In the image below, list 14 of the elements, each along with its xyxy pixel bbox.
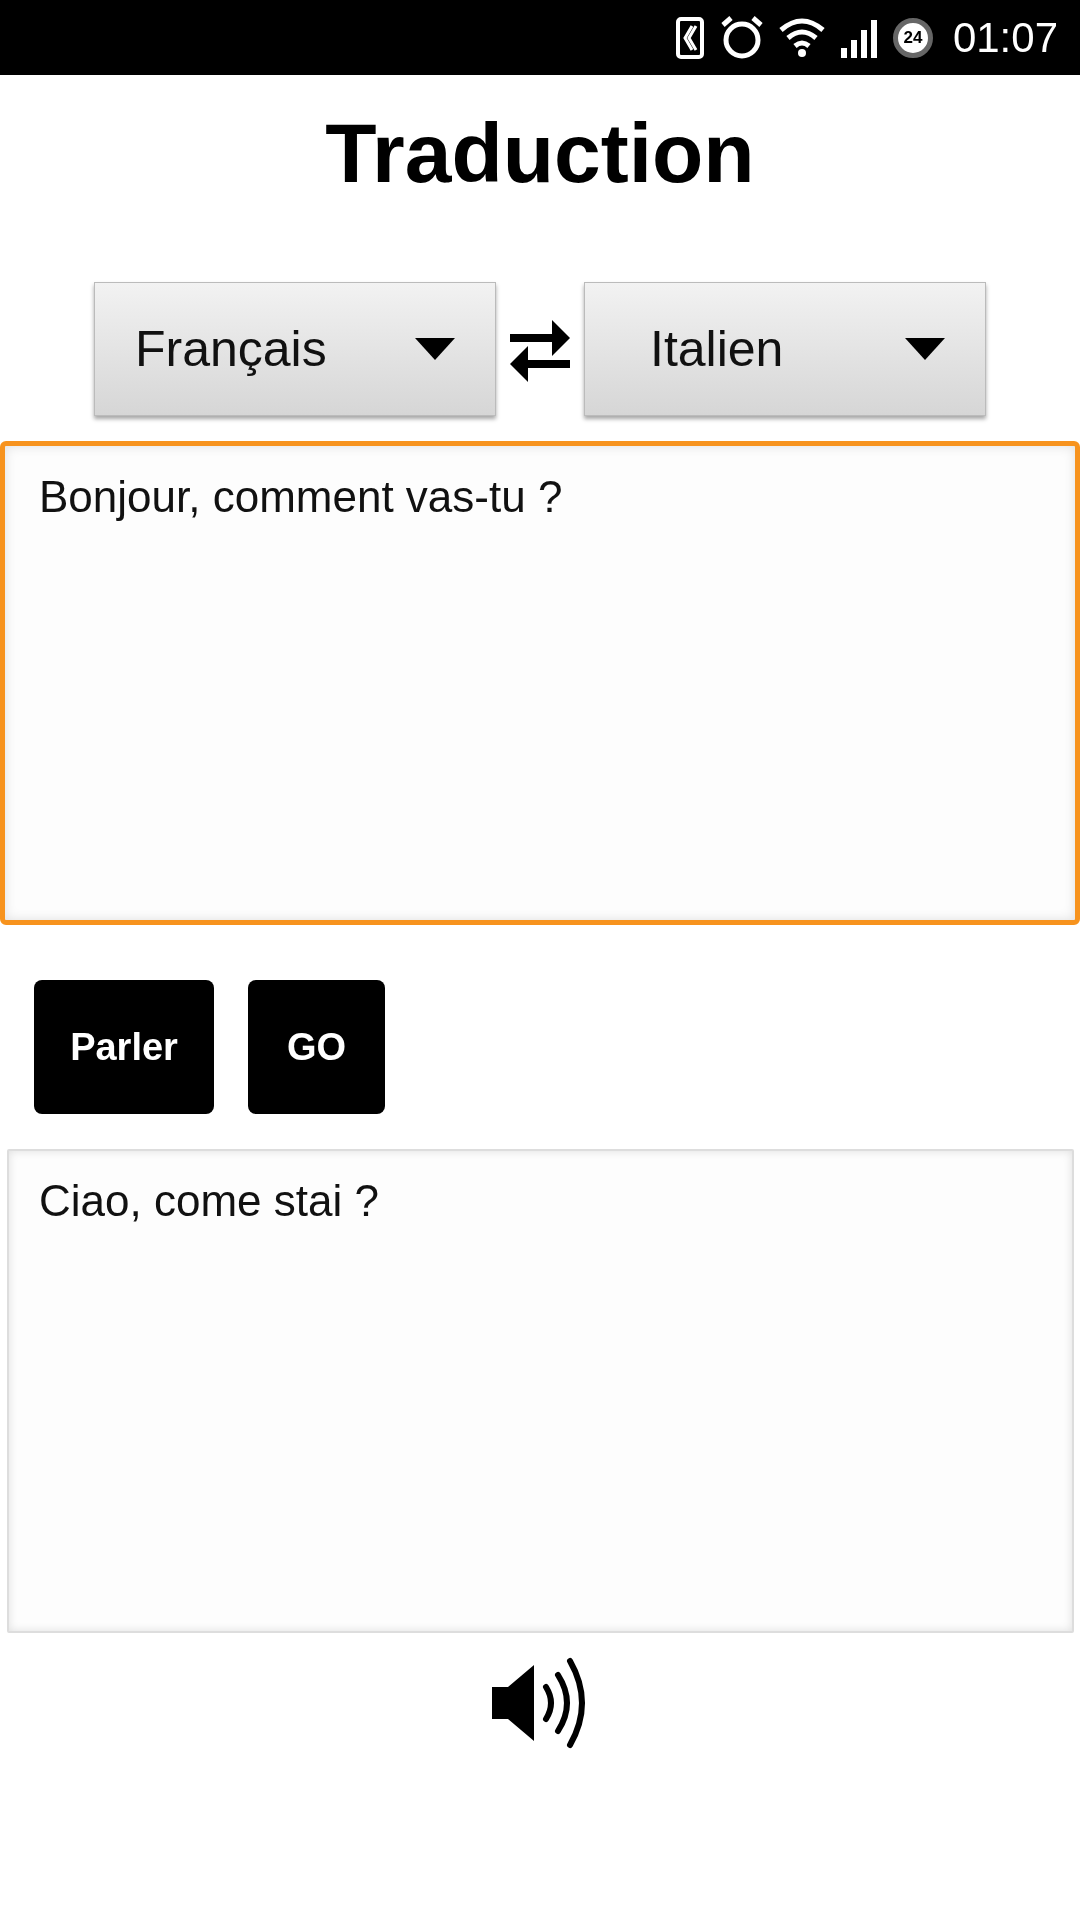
wifi-icon [778,17,825,58]
page-title: Traduction [325,105,755,202]
counter-badge: 24 [892,17,933,58]
signal-icon [838,17,879,58]
language-dropdown[interactable]: Français [94,282,496,416]
caret-icon [415,338,455,360]
clock-time: 01:07 [952,13,1058,62]
speak-button[interactable]: Parler [34,980,214,1114]
caret-icon [905,338,945,360]
translation-field[interactable]: Ciao, come stai ? [7,1149,1074,1633]
source-text-field[interactable]: Bonjour, comment vas-tu ? [0,441,1080,925]
language-dropdown[interactable]: Italien [584,282,986,416]
go-button[interactable]: GO [248,980,385,1114]
nfc-icon [674,15,705,60]
